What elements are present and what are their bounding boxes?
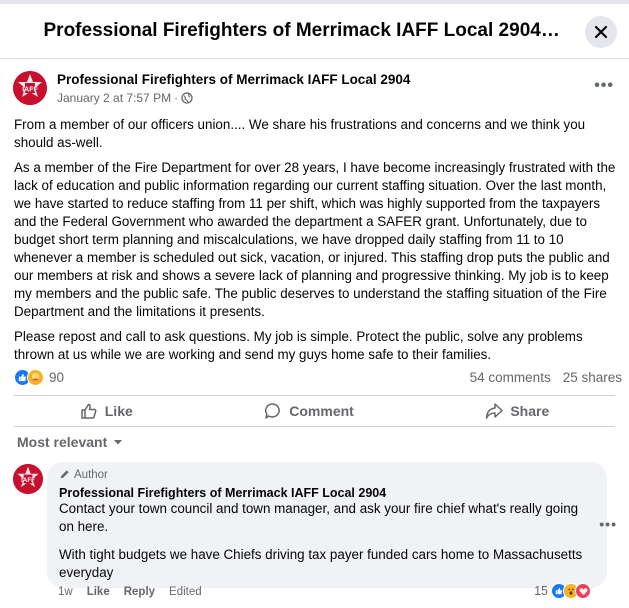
love-icon [575,583,591,599]
share-label: Share [510,403,550,419]
post-paragraph: From a member of our officers union.... … [14,117,586,150]
share-icon [486,403,504,419]
reactions-summary: 90 54 comments 25 shares [14,366,622,388]
sort-label: Most relevant [17,434,108,450]
comment-paragraph: Contact your town council and town manag… [59,501,579,534]
post-meta: January 2 at 7:57 PM · [57,91,193,105]
comment-sort-dropdown[interactable]: Most relevant [17,434,123,450]
author-badge: Author [59,467,595,482]
comment-bubble: Author Professional Firefighters of Merr… [47,462,607,588]
modal-header: Professional Firefighters of Merrimack I… [0,4,629,59]
post-text: From a member of our officers union.... … [14,116,624,371]
comment-like-button[interactable]: Like [87,586,110,598]
post-paragraph: Please repost and call to ask questions.… [14,329,583,362]
post-header: IAFF Professional Firefighters of Merrim… [13,69,618,109]
comment-paragraph: With tight budgets we have Chiefs drivin… [59,547,583,580]
svg-text:IAFF: IAFF [21,477,35,484]
thumbs-up-icon [81,403,97,419]
caret-down-icon [114,440,123,445]
like-label: Like [104,403,133,419]
modal-title: Professional Firefighters of Merrimack I… [43,20,564,41]
author-badge-label: Author [74,468,108,481]
post-paragraph: As a member of the Fire Department for o… [14,160,616,319]
reaction-icons[interactable]: 90 [14,368,64,386]
reaction-count[interactable]: 90 [49,370,64,385]
globe-icon[interactable] [181,92,193,104]
care-icon [27,368,44,386]
comment-author-name[interactable]: Professional Firefighters of Merrimack I… [59,486,595,500]
avatar[interactable]: IAFF [13,71,47,105]
comment-label: Comment [289,403,354,419]
comment-reaction-count: 15 [534,584,548,598]
meta-separator: · [174,91,179,105]
comments-count[interactable]: 54 comments [470,370,551,385]
share-button[interactable]: Share [475,398,559,424]
comment-actions: 1w Like Reply Edited [58,586,202,598]
post-author-name[interactable]: Professional Firefighters of Merrimack I… [57,72,410,87]
comment-reactions[interactable]: 15 [534,583,591,599]
comment-button[interactable]: Comment [254,398,364,424]
comment-text: Contact your town council and town manag… [59,500,595,582]
close-icon [594,25,608,39]
iaff-logo-icon: IAFF [13,71,47,105]
more-horizontal-icon[interactable]: ••• [594,77,614,95]
engagement-counts: 54 comments 25 shares [470,370,622,385]
comment-avatar[interactable]: IAFF [13,464,43,494]
comment-more-icon[interactable]: ••• [599,516,617,532]
post-actions: Like Comment Share [14,395,615,427]
pencil-icon [60,470,69,479]
iaff-logo-icon: IAFF [13,464,43,494]
post-timestamp[interactable]: January 2 at 7:57 PM [57,91,171,105]
like-button[interactable]: Like [70,398,143,424]
comment-age[interactable]: 1w [58,586,73,598]
comment-edited-label[interactable]: Edited [169,586,202,598]
comment-reply-button[interactable]: Reply [124,586,155,598]
svg-text:IAFF: IAFF [22,87,38,94]
comment-icon [265,403,281,419]
close-button[interactable] [585,16,617,48]
shares-count[interactable]: 25 shares [563,370,622,385]
